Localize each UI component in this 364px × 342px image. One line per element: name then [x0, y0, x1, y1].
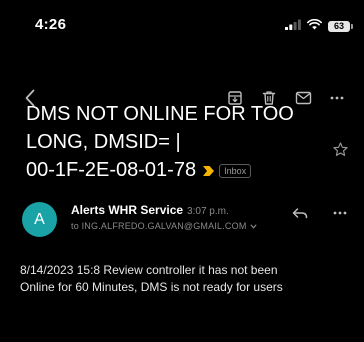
star-button[interactable]	[328, 137, 352, 161]
sender-name-text: Alerts WHR Service	[71, 203, 184, 217]
importance-marker-icon	[202, 157, 215, 185]
email-subject: DMS NOT ONLINE FOR TOO LONG, DMSID= | 00…	[26, 100, 326, 185]
reply-button[interactable]	[288, 202, 312, 224]
status-bar: 4:26 63	[0, 0, 364, 50]
status-icons: 63	[285, 17, 353, 35]
subject-line: 00-1F-2E-08-01-78 Inbox	[26, 156, 326, 185]
more-icon	[330, 96, 344, 100]
star-icon	[332, 141, 348, 156]
reply-icon	[292, 207, 308, 218]
battery-icon: 63	[328, 20, 353, 32]
inbox-label[interactable]: Inbox	[219, 163, 252, 178]
more-icon	[333, 211, 347, 215]
sender-name: Alerts WHR Service 3:07 p.m.	[71, 203, 229, 217]
subject-line: LONG, DMSID= |	[26, 131, 181, 153]
email-body: 8/14/2023 15:8 Review controller it has …	[20, 262, 350, 296]
email-body-line: 8/14/2023 15:8 Review controller it has …	[20, 263, 278, 277]
recipient-details[interactable]: to ING.ALFREDO.GALVAN@GMAIL.COM	[71, 221, 257, 231]
status-time: 4:26	[35, 16, 67, 33]
wifi-icon	[307, 17, 322, 35]
avatar[interactable]: A	[22, 202, 57, 237]
email-subject-area: DMS NOT ONLINE FOR TOO LONG, DMSID= | 00…	[26, 100, 326, 185]
signal-icon	[285, 17, 301, 35]
subject-line-text: 00-1F-2E-08-01-78	[26, 159, 197, 181]
recipient-text: to ING.ALFREDO.GALVAN@GMAIL.COM	[71, 221, 247, 231]
sender-time: 3:07 p.m.	[187, 206, 229, 217]
sender-row: A Alerts WHR Service 3:07 p.m. to ING.ALF…	[0, 196, 364, 248]
email-body-line: Online for 60 Minutes, DMS is not ready …	[20, 280, 283, 294]
message-more-button[interactable]	[328, 202, 352, 224]
subject-line: DMS NOT ONLINE FOR TOO	[26, 103, 294, 125]
chevron-down-icon	[249, 221, 257, 231]
